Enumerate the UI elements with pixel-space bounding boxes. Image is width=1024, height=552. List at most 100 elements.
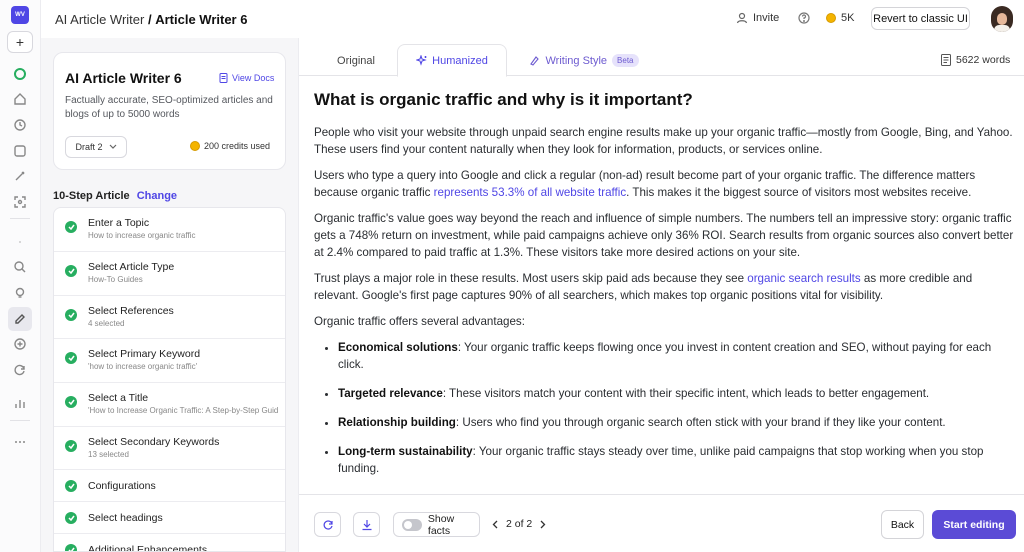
step-subtitle: 'how to increase organic traffic'	[88, 362, 198, 371]
view-docs-label: View Docs	[232, 73, 275, 83]
tab-humanized[interactable]: Humanized	[397, 44, 507, 77]
step-item[interactable]: Configurations	[54, 470, 285, 502]
paragraph: Organic traffic's value goes way beyond …	[314, 212, 1014, 259]
chevron-left-icon[interactable]	[492, 520, 498, 529]
check-circle-icon	[65, 440, 77, 452]
article-content[interactable]: What is organic traffic and why is it im…	[314, 90, 1014, 494]
lightbulb-icon[interactable]	[10, 283, 30, 303]
start-editing-button[interactable]: Start editing	[932, 510, 1016, 539]
word-count-value: 5622 words	[956, 54, 1011, 66]
avatar[interactable]	[991, 6, 1013, 32]
step-item[interactable]: Select Secondary Keywords 13 selected	[54, 427, 285, 470]
step-item[interactable]: Additional Enhancements	[54, 534, 285, 552]
word-count: 5622 words	[941, 54, 1010, 66]
refresh-icon[interactable]	[10, 360, 30, 380]
status-circle-icon[interactable]	[10, 64, 30, 84]
step-item[interactable]: Select Article Type How-To Guides	[54, 252, 285, 296]
app-logo[interactable]: WV	[11, 6, 29, 24]
search-icon[interactable]	[10, 257, 30, 277]
list-item: Economical solutions: Your organic traff…	[338, 339, 1014, 373]
step-title: Select Article Type	[88, 261, 175, 273]
pencil-icon[interactable]	[8, 307, 32, 331]
paragraph: Trust plays a major role in these result…	[314, 270, 1014, 304]
draft-select[interactable]: Draft 2	[65, 136, 127, 158]
regenerate-button[interactable]	[314, 512, 341, 537]
back-button[interactable]: Back	[881, 510, 924, 539]
download-icon	[362, 519, 371, 530]
breadcrumb: AI Article Writer / Article Writer 6	[55, 12, 247, 27]
draft-label: Draft 2	[75, 142, 103, 152]
scan-icon[interactable]	[10, 192, 30, 212]
invite-button[interactable]: Invite	[736, 12, 779, 24]
list-item: Targeted relevance: These visitors match…	[338, 385, 1014, 402]
chevron-down-icon	[109, 144, 116, 149]
user-icon	[736, 12, 748, 24]
analytics-icon[interactable]	[10, 393, 30, 413]
bottom-toolbar: Show facts 2 of 2 Back Start editing	[299, 494, 1024, 552]
sparkle-icon	[416, 55, 427, 66]
chevron-right-icon[interactable]	[540, 520, 546, 529]
add-circle-icon[interactable]	[10, 334, 30, 354]
list-item-text: : These visitors match your content with…	[442, 387, 930, 400]
revert-classic-button[interactable]: Revert to classic UI	[871, 7, 970, 30]
breadcrumb-current: Article Writer 6	[155, 12, 248, 27]
step-item[interactable]: Select a Title 'How to Increase Organic T…	[54, 383, 285, 427]
article-heading: What is organic traffic and why is it im…	[314, 90, 693, 109]
palette-icon	[530, 56, 540, 66]
credits-balance-value: 5K	[841, 12, 855, 24]
list-item-bold: Economical solutions	[338, 341, 458, 354]
credits-used-label: 200 credits used	[204, 141, 271, 151]
show-facts-toggle[interactable]: Show facts	[393, 512, 480, 537]
step-subtitle: 'How to Increase Organic Traffic: A Step…	[88, 406, 278, 415]
list-item-bold: Long-term sustainability	[338, 445, 473, 458]
question-icon[interactable]	[798, 12, 810, 24]
coin-icon	[826, 13, 836, 23]
step-title: Additional Enhancements	[88, 544, 208, 552]
steps-header-label: 10-Step Article	[53, 190, 130, 202]
paragraph: Organic traffic offers several advantage…	[314, 315, 525, 328]
tab-original-label: Original	[337, 54, 375, 67]
refresh-icon	[323, 519, 333, 530]
step-title: Select Secondary Keywords	[88, 436, 220, 448]
view-docs-link[interactable]: View Docs	[219, 73, 274, 83]
rail-divider	[10, 420, 30, 421]
step-title: Configurations	[88, 480, 156, 492]
breadcrumb-parent[interactable]: AI Article Writer	[55, 12, 144, 27]
avatar-body	[994, 25, 1010, 32]
step-title: Select headings	[88, 512, 163, 524]
left-panel: AI Article Writer 6 View Docs Factually …	[41, 38, 298, 552]
check-circle-icon	[65, 512, 77, 524]
new-button[interactable]: +	[7, 31, 33, 53]
list-item-text: : Users who find you through organic sea…	[455, 416, 946, 429]
more-icon[interactable]	[10, 432, 30, 452]
traffic-stat-link[interactable]: represents 53.3% of all website traffic	[434, 186, 626, 199]
list-item: Long-term sustainability: Your organic t…	[338, 443, 1014, 477]
organic-results-link[interactable]: organic search results	[747, 272, 860, 285]
tool-description: Factually accurate, SEO-optimized articl…	[65, 95, 273, 120]
step-item[interactable]: Select References 4 selected	[54, 296, 285, 339]
template-icon[interactable]	[10, 141, 30, 161]
tab-original[interactable]: Original	[323, 44, 389, 77]
tab-writing-style[interactable]: Writing Style Beta	[524, 44, 644, 77]
step-item[interactable]: Enter a Topic How to increase organic tra…	[54, 208, 285, 252]
history-icon[interactable]	[10, 115, 30, 135]
beta-badge: Beta	[612, 54, 639, 67]
change-link[interactable]: Change	[137, 190, 177, 202]
step-item[interactable]: Select Primary Keyword 'how to increase o…	[54, 339, 285, 383]
check-circle-icon	[65, 396, 77, 408]
show-facts-label: Show facts	[427, 512, 455, 537]
credits-balance[interactable]: 5K	[826, 12, 854, 24]
brush-icon[interactable]	[10, 166, 30, 186]
page-indicator: 2 of 2	[506, 518, 533, 530]
pager: 2 of 2	[492, 518, 546, 530]
step-title: Select a Title	[88, 392, 149, 404]
advantages-list: Economical solutions: Your organic traff…	[338, 339, 1014, 477]
step-title: Enter a Topic	[88, 217, 150, 229]
toggle-switch[interactable]	[402, 518, 422, 531]
list-item-bold: Targeted relevance	[338, 387, 443, 400]
step-item[interactable]: Select headings	[54, 502, 285, 534]
download-button[interactable]	[353, 512, 380, 537]
tab-writing-style-label: Writing Style	[545, 54, 608, 67]
home-icon[interactable]	[10, 89, 30, 109]
step-subtitle: 13 selected	[88, 450, 129, 459]
